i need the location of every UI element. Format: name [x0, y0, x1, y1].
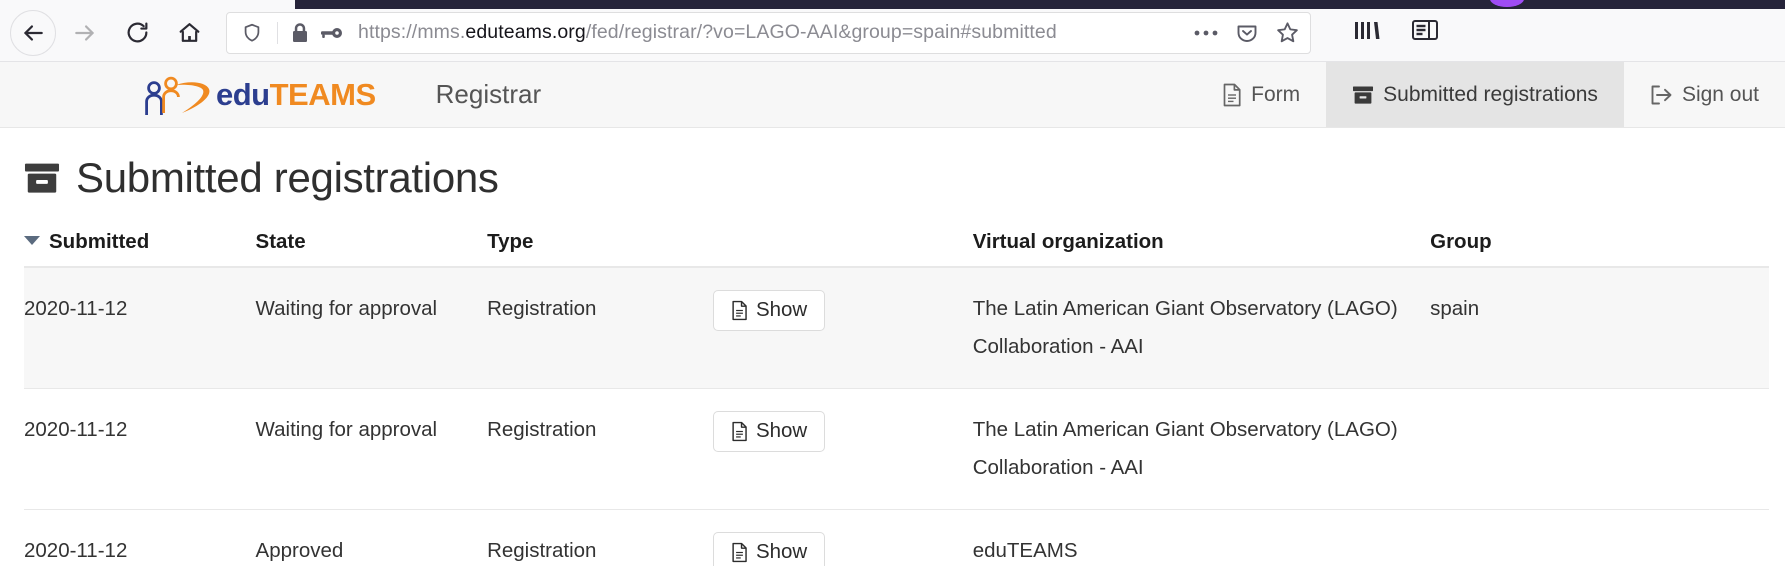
brand-logo-group[interactable]: eduTEAMS [140, 62, 376, 127]
cell-group: spain [1430, 267, 1769, 389]
star-icon[interactable] [1275, 20, 1300, 45]
tabstrip-filler [0, 0, 295, 9]
nav-item-form[interactable]: Form [1196, 62, 1326, 127]
padlock-icon[interactable] [290, 22, 310, 44]
column-header-submitted[interactable]: Submitted [24, 224, 256, 268]
tab-strip [295, 0, 1785, 9]
back-arrow-icon [20, 20, 46, 46]
cell-type: Registration [487, 509, 713, 566]
cell-submitted: 2020-11-12 [24, 388, 256, 510]
nav-item-sign-out[interactable]: Sign out [1624, 62, 1785, 127]
shield-icon[interactable] [241, 22, 263, 44]
show-button[interactable]: Show [712, 531, 826, 566]
main-content: Submitted registrations Submitted State … [0, 154, 1785, 566]
forward-button[interactable] [62, 10, 108, 56]
nav-item-submitted-label: Submitted registrations [1383, 82, 1598, 106]
cell-virtual-organization: The Latin American Giant Observatory (LA… [972, 388, 1431, 510]
brand-edu: edu [216, 76, 270, 112]
url-text[interactable]: https://mms.eduteams.org/fed/registrar/?… [358, 21, 1183, 44]
browser-toolbar-right [1353, 17, 1439, 48]
cell-submitted: 2020-11-12 [24, 267, 256, 389]
identity-divider [277, 21, 278, 44]
cell-virtual-organization: The Latin American Giant Observatory (LA… [972, 267, 1431, 389]
page-content: eduTEAMS Registrar Form Submitted regist… [0, 62, 1785, 566]
sort-descending-icon [24, 236, 40, 246]
home-button[interactable] [166, 10, 212, 56]
archive-icon [1352, 84, 1374, 106]
show-button[interactable]: Show [712, 290, 826, 331]
table-row: 2020-11-12 Waiting for approval Registra… [24, 267, 1769, 389]
cell-type: Registration [487, 267, 713, 389]
document-icon [1222, 83, 1242, 107]
tab-loading-indicator [1490, 0, 1524, 7]
show-button-label: Show [755, 419, 808, 443]
nav-item-form-label: Form [1251, 82, 1301, 106]
table-body: 2020-11-12 Waiting for approval Registra… [24, 267, 1769, 566]
library-icon[interactable] [1353, 17, 1381, 48]
browser-toolbar: https://mms.eduteams.org/fed/registrar/?… [0, 0, 1785, 62]
forward-arrow-icon [72, 20, 98, 46]
urlbar-actions [1193, 20, 1300, 45]
cell-state: Approved [255, 509, 488, 566]
back-button[interactable] [10, 9, 56, 56]
cell-action: Show [712, 509, 973, 566]
cell-virtual-organization: eduTEAMS [972, 509, 1431, 566]
column-header-state[interactable]: State [255, 224, 488, 268]
eduteams-people-swoosh-logo-icon [140, 73, 220, 117]
ellipsis-icon[interactable] [1193, 29, 1219, 37]
brand-wordmark: eduTEAMS [216, 77, 376, 113]
key-icon[interactable] [320, 24, 344, 42]
cell-group [1430, 388, 1769, 510]
app-title: Registrar [435, 79, 542, 109]
sign-out-icon [1650, 84, 1673, 106]
brand-teams: TEAMS [269, 76, 377, 112]
reload-button[interactable] [114, 10, 160, 56]
cell-group [1430, 509, 1769, 566]
table-header-row: Submitted State Type Virtual organizatio… [24, 224, 1769, 268]
browser-nav-buttons [10, 9, 212, 56]
cell-action: Show [712, 388, 973, 510]
reload-icon [125, 20, 150, 45]
cell-type: Registration [487, 388, 713, 510]
app-nav: Form Submitted registrations Sign out [1196, 62, 1785, 127]
page-title-text: Submitted registrations [76, 154, 499, 201]
pocket-icon[interactable] [1235, 21, 1259, 45]
home-icon [177, 20, 202, 45]
document-icon [731, 300, 748, 321]
page-title: Submitted registrations [24, 154, 1761, 202]
table-row: 2020-11-12 Waiting for approval Registra… [24, 388, 1769, 510]
cell-vo-line2: Collaboration - AAI [972, 455, 1144, 479]
column-header-virtual-organization[interactable]: Virtual organization [972, 224, 1431, 268]
nav-item-submitted-registrations[interactable]: Submitted registrations [1326, 62, 1624, 127]
cell-state: Waiting for approval [255, 388, 488, 510]
cell-action: Show [712, 267, 973, 389]
column-header-submitted-label: Submitted [49, 230, 150, 253]
cell-state: Waiting for approval [255, 267, 488, 389]
document-icon [731, 421, 748, 442]
nav-item-sign-out-label: Sign out [1681, 82, 1759, 106]
show-button-label: Show [755, 539, 808, 563]
column-header-type[interactable]: Type [487, 224, 713, 268]
show-button-label: Show [755, 298, 808, 322]
cell-vo-line1: eduTEAMS [972, 538, 1078, 562]
cell-vo-line2: Collaboration - AAI [972, 334, 1144, 358]
cell-submitted: 2020-11-12 [24, 509, 256, 566]
table-row: 2020-11-12 Approved Registration Show ed… [24, 509, 1769, 566]
column-header-action [712, 224, 973, 268]
column-header-group[interactable]: Group [1430, 224, 1769, 268]
sidebar-icon[interactable] [1411, 17, 1439, 48]
cell-vo-line1: The Latin American Giant Observatory (LA… [972, 297, 1398, 320]
app-header: eduTEAMS Registrar Form Submitted regist… [0, 62, 1785, 128]
archive-icon [24, 160, 60, 196]
show-button[interactable]: Show [712, 410, 826, 452]
submitted-registrations-table: Submitted State Type Virtual organizatio… [24, 224, 1769, 566]
document-icon [731, 542, 748, 563]
table-head: Submitted State Type Virtual organizatio… [24, 224, 1769, 268]
cell-vo-line1: The Latin American Giant Observatory (LA… [972, 417, 1398, 441]
address-bar[interactable]: https://mms.eduteams.org/fed/registrar/?… [226, 11, 1311, 54]
